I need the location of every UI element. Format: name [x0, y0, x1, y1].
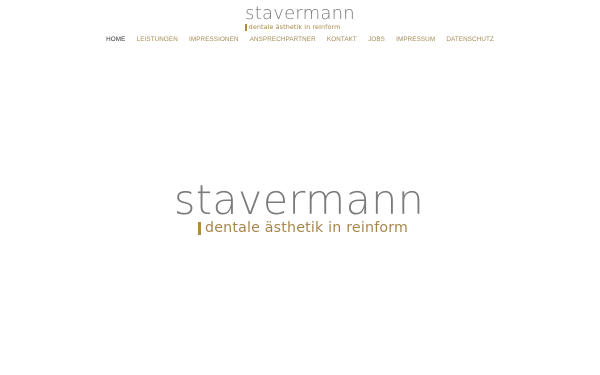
main-nav: HOME LEISTUNGEN IMPRESSIONEN ANSPRECHPAR…: [0, 36, 600, 43]
header-tagline-row: dentale ästhetik in reinform: [245, 23, 355, 31]
header-brand-name: stavermann: [245, 3, 355, 24]
nav-item-home[interactable]: HOME: [106, 36, 125, 43]
hero-tagline-row: dentale ästhetik in reinform: [174, 220, 424, 236]
header-accent-bar: [245, 23, 247, 31]
hero-logo: stavermann dentale ästhetik in reinform: [174, 176, 425, 237]
nav-item-leistungen[interactable]: LEISTUNGEN: [137, 36, 178, 43]
nav-item-kontakt[interactable]: KONTAKT: [327, 36, 357, 43]
nav-item-impressionen[interactable]: IMPRESSIONEN: [189, 36, 238, 43]
nav-item-jobs[interactable]: JOBS: [368, 36, 385, 43]
nav-item-impressum[interactable]: IMPRESSUM: [396, 36, 435, 43]
hero-accent-bar: [198, 221, 201, 235]
header-tagline: dentale ästhetik in reinform: [248, 23, 341, 31]
nav-item-datenschutz[interactable]: DATENSCHUTZ: [446, 36, 494, 43]
nav-item-ansprechpartner[interactable]: ANSPRECHPARTNER: [250, 36, 316, 43]
header-logo[interactable]: stavermann dentale ästhetik in reinform: [0, 5, 600, 35]
hero-brand-name: stavermann: [174, 176, 425, 224]
hero-tagline: dentale ästhetik in reinform: [205, 220, 409, 236]
